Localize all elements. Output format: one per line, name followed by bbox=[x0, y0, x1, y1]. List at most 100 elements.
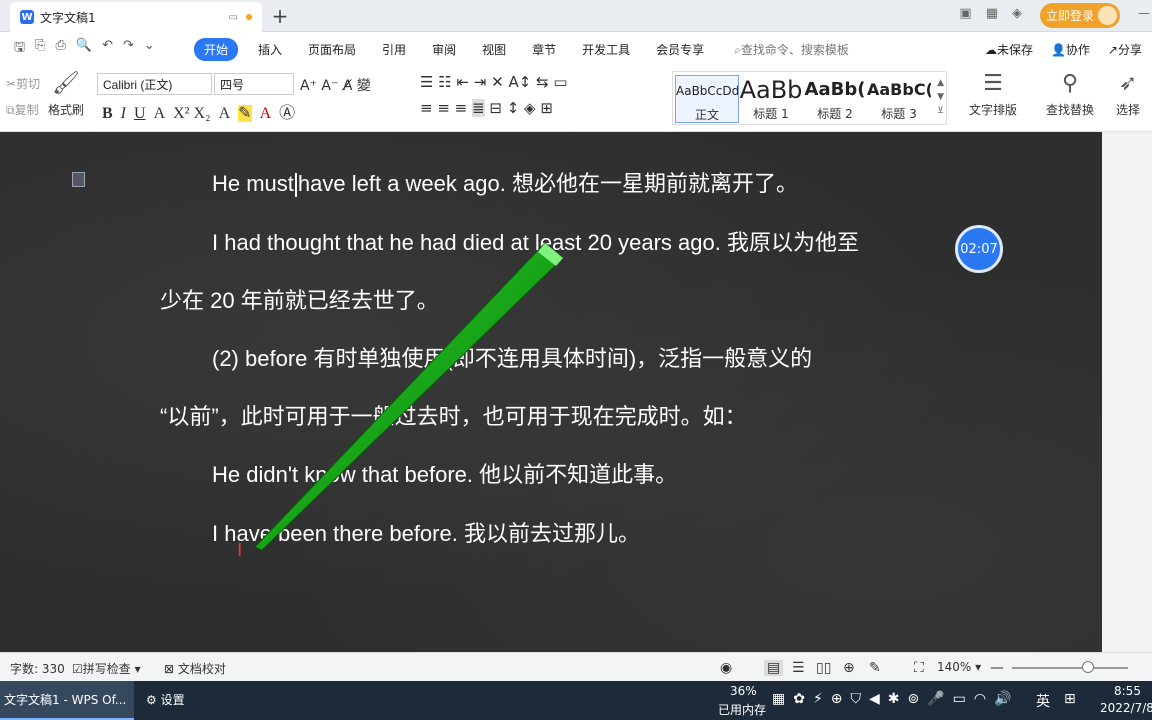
zoom-level[interactable]: 140% ▾ bbox=[937, 660, 981, 674]
share-button[interactable]: ↗分享 bbox=[1108, 41, 1142, 58]
cut-button[interactable]: ✂剪切 bbox=[6, 75, 40, 92]
skin-icon[interactable]: ◈ bbox=[1012, 6, 1022, 21]
font-grow-shrink-icons[interactable]: A⁺ A⁻ A̸ 變 bbox=[300, 75, 371, 95]
print-icon[interactable]: ⎙ bbox=[55, 38, 65, 60]
tab-insert[interactable]: 插入 bbox=[258, 41, 282, 58]
collab-button[interactable]: 👤协作 bbox=[1051, 41, 1090, 58]
style-heading-3[interactable]: AaBbC( 标题 3 bbox=[867, 75, 931, 123]
list-indent-icons[interactable]: ☰ ☷ ⇤ ⇥ ✕ A↕ ⇆ ▭ bbox=[420, 73, 568, 91]
style-heading-2-label: 标题 2 bbox=[817, 107, 853, 121]
find-replace-label: 查找替换 bbox=[1045, 103, 1094, 117]
copy-button[interactable]: ⧉复制 bbox=[6, 101, 39, 118]
select-button[interactable]: ➶ 选择 bbox=[1106, 71, 1150, 118]
style-heading-3-preview: AaBbC( bbox=[867, 80, 931, 99]
word-count[interactable]: 字数: 330 bbox=[10, 660, 65, 677]
zoom-out-icon[interactable]: — bbox=[990, 660, 1004, 676]
proof-icon: ⊠ bbox=[164, 662, 175, 676]
tab-review[interactable]: 审阅 bbox=[432, 41, 456, 58]
styles-gallery: AaBbCcDd 正文 AaBb 标题 1 AaBb( 标题 2 AaBbC( … bbox=[672, 71, 947, 125]
clock-date[interactable]: 2022/7/8 bbox=[1100, 701, 1152, 715]
tab-references[interactable]: 引用 bbox=[382, 41, 406, 58]
unsaved-label: 未保存 bbox=[996, 43, 1033, 57]
export-icon[interactable]: ⎘ bbox=[35, 38, 45, 60]
login-button[interactable]: 立即登录 bbox=[1040, 3, 1120, 28]
document-canvas[interactable]: He must have left a week ago. 想必他在一星期前就离开… bbox=[0, 132, 1102, 652]
doc-proof-label: 文档校对 bbox=[177, 662, 226, 676]
brush-icon: 🖌 bbox=[52, 71, 80, 96]
menu-right-actions: ☁未保存 👤协作 ↗分享 bbox=[985, 41, 1142, 58]
tab-developer[interactable]: 开发工具 bbox=[582, 41, 630, 58]
page-view-icon[interactable]: ▤ bbox=[764, 660, 784, 676]
avatar bbox=[1098, 6, 1117, 25]
ribbon: ✂剪切 ⧉复制 🖌 格式刷 Calibri (正文) 四号 A⁺ A⁻ A̸ 變… bbox=[0, 65, 1152, 132]
new-tab-button[interactable]: + bbox=[270, 4, 290, 28]
command-search[interactable]: ⌕查找命令、搜索模板 bbox=[734, 41, 849, 58]
cursor-icon: ➶ bbox=[1118, 71, 1138, 96]
tab-page-layout[interactable]: 页面布局 bbox=[308, 41, 356, 58]
format-painter-button[interactable]: 🖌 格式刷 bbox=[44, 71, 88, 118]
outline-view-icon[interactable]: ☰ bbox=[792, 660, 805, 676]
tab-chapter[interactable]: 章节 bbox=[532, 41, 556, 58]
style-normal[interactable]: AaBbCcDd 正文 bbox=[675, 75, 739, 123]
text-format-icons[interactable]: B I U A X² X₂ A ✎ A Ⓐ bbox=[102, 99, 295, 123]
check-icon: ☑ bbox=[72, 662, 83, 676]
grid-apps-icon[interactable]: ▦ bbox=[986, 6, 998, 21]
doc-line-1-end: have left a week ago. 想必他在一星期前就离开了。 bbox=[297, 171, 798, 196]
taskbar-settings[interactable]: ⚙ 设置 bbox=[146, 691, 185, 708]
status-bar: 字数: 330 ☑拼写检查 ▾ ⊠ 文档校对 ◉ ▤ ☰ ▯▯ ⊕ ✎ ⛶ 14… bbox=[0, 652, 1152, 681]
timer-badge[interactable]: 02:07 bbox=[955, 225, 1003, 273]
document-tab[interactable]: W 文字文稿1 ▭ bbox=[10, 2, 262, 32]
document-tab-title: 文字文稿1 bbox=[40, 10, 96, 25]
redo-icon[interactable]: ↷ bbox=[123, 38, 134, 60]
zoom-slider-track[interactable] bbox=[1012, 667, 1128, 669]
tab-home[interactable]: 开始 bbox=[194, 37, 239, 61]
read-view-icon[interactable]: ▯▯ bbox=[816, 660, 831, 676]
eye-protection-icon[interactable]: ◉ bbox=[720, 660, 732, 676]
clock-time[interactable]: 8:55 bbox=[1114, 684, 1141, 698]
more-icon[interactable]: ⌄ bbox=[144, 38, 155, 60]
wps-writer-icon: W bbox=[20, 10, 34, 24]
tab-member[interactable]: 会员专享 bbox=[656, 41, 704, 58]
style-heading-1[interactable]: AaBb 标题 1 bbox=[739, 75, 803, 123]
alignment-icons[interactable]: ≡ ≡ ≡ ≣ ⊟ ↕ ◈ ⊞ bbox=[420, 99, 553, 117]
page-nav-icon[interactable] bbox=[72, 172, 85, 187]
fit-page-icon[interactable]: ⛶ bbox=[914, 660, 924, 676]
text-caret bbox=[294, 173, 297, 198]
user-icon: 👤 bbox=[1050, 43, 1066, 57]
minimize-icon[interactable]: — bbox=[1138, 6, 1150, 20]
doc-line-6: He didn't know that before. 他以前不知道此事。 bbox=[212, 462, 678, 487]
search-icon: ⌕ bbox=[734, 42, 741, 57]
style-heading-2[interactable]: AaBb( 标题 2 bbox=[803, 75, 867, 123]
undo-icon[interactable]: ↶ bbox=[102, 38, 113, 60]
copy-label: 复制 bbox=[14, 103, 39, 117]
right-scroll-area[interactable] bbox=[1102, 132, 1152, 652]
doc-line-4: (2) before 有时单独使用(即不连用具体时间)，泛指一般意义的 bbox=[212, 346, 813, 371]
tab-restore-icon[interactable]: ▭ bbox=[229, 12, 238, 23]
collab-label: 协作 bbox=[1065, 43, 1090, 57]
tray-icons[interactable]: ▦✿⚡⊕⛉◀✱⊚🎤▭◠🔊 bbox=[772, 691, 1020, 707]
text-layout-button[interactable]: ☰ 文字排版 bbox=[958, 71, 1028, 118]
doc-proof-button[interactable]: ⊠ 文档校对 bbox=[164, 660, 226, 677]
styles-scroll-icon[interactable]: ▲ ▼ ⊻ bbox=[937, 76, 944, 118]
layout-icon[interactable]: ▣ bbox=[959, 6, 971, 21]
tab-view[interactable]: 视图 bbox=[482, 41, 506, 58]
gear-icon: ⚙ bbox=[146, 693, 157, 707]
select-label: 选择 bbox=[1115, 103, 1140, 117]
style-heading-1-label: 标题 1 bbox=[753, 107, 789, 121]
text-layout-label: 文字排版 bbox=[968, 103, 1017, 117]
unsaved-button[interactable]: ☁未保存 bbox=[985, 41, 1033, 58]
spell-check-button[interactable]: ☑拼写检查 ▾ bbox=[72, 660, 141, 677]
preview-icon[interactable]: 🔍 bbox=[76, 38, 92, 60]
font-name-select[interactable]: Calibri (正文) bbox=[97, 73, 212, 95]
font-size-select[interactable]: 四号 bbox=[214, 73, 294, 95]
ime-mode-icon[interactable]: ⊞ bbox=[1064, 691, 1076, 707]
zoom-label: 140% bbox=[937, 660, 972, 674]
zoom-slider-knob[interactable] bbox=[1082, 661, 1094, 673]
ime-indicator[interactable]: 英 bbox=[1036, 691, 1050, 711]
write-mode-icon[interactable]: ✎ bbox=[869, 660, 881, 676]
doc-line-5: “以前”，此时可用于一般过去时，也可用于现在完成时。如： bbox=[160, 404, 747, 429]
find-replace-button[interactable]: ⚲ 查找替换 bbox=[1036, 71, 1104, 118]
save-icon[interactable]: 🖫 bbox=[14, 38, 25, 60]
taskbar-wps-window[interactable]: 文字文稿1 - WPS Of... bbox=[0, 681, 134, 720]
web-view-icon[interactable]: ⊕ bbox=[843, 660, 855, 676]
